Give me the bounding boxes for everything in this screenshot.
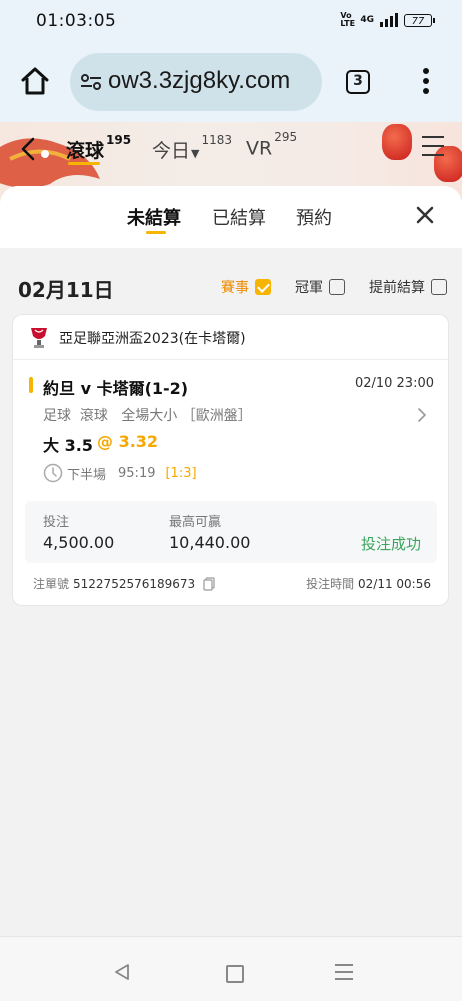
match-row: 約旦 v 卡塔爾(1-2) 02/10 23:00 [29, 375, 434, 398]
tab-switcher-button[interactable]: 3 [346, 70, 370, 94]
filter-champion[interactable]: 冠軍 [295, 277, 345, 297]
status-icons: Vo LTE 4G 77 [340, 11, 435, 28]
system-nav-bar [0, 936, 462, 1001]
sheet-tabs: 未結算 已結算 預約 [0, 186, 462, 248]
clock-icon [43, 463, 63, 483]
header-tab-live[interactable]: 滾球195 [66, 132, 132, 163]
match-period: 下半場 [67, 467, 107, 483]
tab-reserved[interactable]: 預約 [296, 204, 332, 230]
url-text[interactable]: ow3.3zjg8ky.com [108, 67, 290, 95]
stake-label: 投注 [43, 515, 70, 530]
bet-card[interactable]: 亞足聯亞洲盃2023(在卡塔爾) 約旦 v 卡塔爾(1-2) 02/10 23:… [12, 314, 449, 606]
lantern-decoration [382, 124, 412, 160]
status-bar: 01:03:05 Vo LTE 4G 77 [0, 0, 462, 44]
header-tab-count: 195 [106, 132, 132, 147]
max-win-value: 10,440.00 [169, 533, 251, 552]
league-logo-icon [31, 328, 47, 348]
bet-selection: 大 3.5 [43, 436, 93, 455]
home-icon[interactable] [20, 66, 50, 96]
match-clock-row: 下半場 95:19 [1:3] [43, 463, 197, 483]
match-time: 02/10 23:00 [354, 376, 434, 391]
bet-type: 足球 滾球 全場大小 ［歐洲盤］ [43, 408, 252, 424]
header-tab-count: 295 [274, 130, 298, 144]
nav-back-icon[interactable] [113, 963, 131, 981]
filter-events[interactable]: 賽事 [221, 277, 271, 297]
filter-early-settle[interactable]: 提前結算 [369, 277, 447, 297]
events-checkbox[interactable] [255, 279, 271, 295]
volte-icon: Vo LTE [340, 11, 356, 28]
browser-menu-icon[interactable] [420, 68, 432, 98]
amount-box: 投注 4,500.00 最高可贏 10,440.00 投注成功 [25, 501, 437, 563]
nav-home-icon[interactable] [226, 965, 244, 983]
header-tab-count: 1183 [201, 132, 233, 147]
match-clock: 95:19 [118, 465, 156, 481]
date-label: 02月11日 [18, 278, 114, 302]
league-row: 亞足聯亞洲盃2023(在卡塔爾) [29, 325, 246, 351]
copy-icon[interactable] [203, 576, 215, 591]
ticket-label: 注單號 [33, 577, 70, 591]
stake-value: 4,500.00 [43, 533, 115, 552]
close-icon[interactable] [414, 204, 436, 226]
filter-label: 賽事 [221, 280, 249, 296]
ticket-info: 注單號 5122752576189673 [33, 575, 215, 592]
bet-odds: @ 3.32 [97, 432, 159, 451]
address-bar[interactable]: ow3.3zjg8ky.com [70, 53, 322, 111]
tab-indicator [146, 231, 166, 234]
match-name: 約旦 v 卡塔爾(1-2) [43, 379, 189, 398]
champion-checkbox[interactable] [329, 279, 345, 295]
header-tab-indicator [68, 162, 100, 165]
filter-menu-icon[interactable] [422, 136, 444, 160]
bet-time-label: 投注時間 [306, 577, 355, 591]
header-tab-today[interactable]: 今日▼1183 [152, 132, 233, 163]
divider [13, 359, 448, 360]
tab-unsettled[interactable]: 未結算 [127, 204, 181, 230]
header-tab-label: 滾球 [66, 140, 105, 162]
network-label: 4G [360, 15, 374, 25]
chevron-right-icon[interactable] [417, 407, 427, 423]
league-name: 亞足聯亞洲盃2023(在卡塔爾) [59, 331, 246, 347]
match-score: [1:3] [165, 465, 197, 481]
header-tab-vr[interactable]: VR295 [246, 130, 297, 160]
battery-level: 77 [411, 15, 425, 27]
back-arrow-icon[interactable] [18, 136, 38, 162]
site-settings-icon[interactable] [80, 73, 102, 91]
filter-label: 冠軍 [295, 280, 323, 296]
battery-icon: 77 [404, 13, 435, 27]
browser-toolbar: ow3.3zjg8ky.com 3 [0, 44, 462, 122]
bet-time: 02/11 00:56 [358, 577, 431, 591]
tab-settled[interactable]: 已結算 [212, 204, 266, 230]
status-badge: 投注成功 [360, 535, 421, 553]
early-settle-checkbox[interactable] [431, 279, 447, 295]
date-filter-row: 02月11日 賽事 冠軍 提前結算 [0, 274, 462, 302]
filter-label: 提前結算 [369, 280, 425, 296]
ticket-number: 5122752576189673 [73, 576, 196, 591]
bet-record-sheet: 未結算 已結算 預約 02月11日 賽事 冠軍 提前結算 亞足聯亞洲盃2023(… [0, 186, 462, 936]
header-tab-label: 今日 [152, 140, 191, 162]
status-time: 01:03:05 [36, 11, 117, 31]
header-tab-label: VR [246, 137, 273, 160]
caret-down-icon: ▼ [191, 147, 200, 160]
signal-icon [380, 13, 398, 27]
bet-time-info: 投注時間 02/11 00:56 [306, 575, 431, 592]
match-indicator-bar [29, 377, 33, 393]
nav-recent-apps-icon[interactable] [335, 964, 353, 980]
max-win-label: 最高可贏 [169, 515, 222, 530]
